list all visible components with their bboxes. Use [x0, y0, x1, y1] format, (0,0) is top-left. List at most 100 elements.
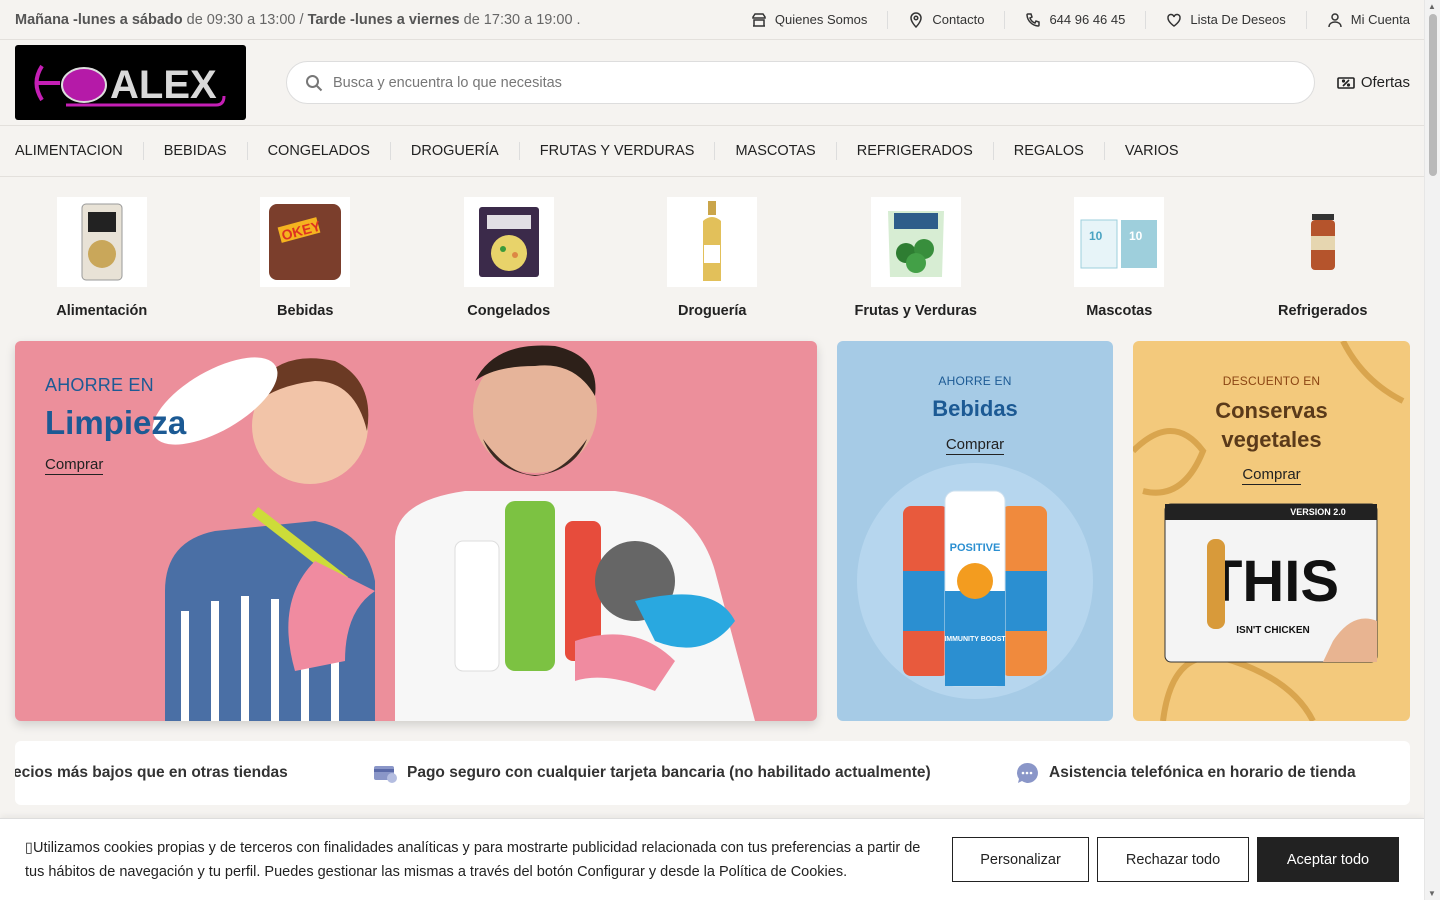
- banner-comprar-link[interactable]: Comprar: [945, 436, 1005, 455]
- location-pin-icon: [910, 11, 923, 28]
- cookie-rechazar-button[interactable]: Rechazar todo: [1097, 837, 1249, 882]
- nav-item-congelados[interactable]: CONGELADOS: [248, 142, 391, 160]
- category-item-mascotas[interactable]: 10 10 Mascotas: [1018, 197, 1222, 340]
- banner-limpieza[interactable]: AHORRE EN Limpieza Comprar: [15, 341, 817, 721]
- logo-text: ALEX: [110, 63, 217, 107]
- category-item-frutas-verduras[interactable]: Frutas y Verduras: [814, 197, 1018, 340]
- logo-graphic: ALEX: [34, 63, 225, 107]
- scroll-up-arrow-icon[interactable]: ▲: [1428, 2, 1436, 11]
- category-label[interactable]: Alimentación: [56, 303, 147, 319]
- category-item-refrigerados[interactable]: Refrigerados: [1221, 197, 1425, 340]
- category-label[interactable]: Congelados: [467, 303, 550, 319]
- banner-title: Bebidas: [932, 396, 1018, 421]
- phone-label: 644 96 46 45: [1049, 12, 1126, 27]
- category-color-swatch: [87, 240, 116, 268]
- banner-conservas-content: DESCUENTO EN Conservas vegetales Comprar: [1133, 374, 1410, 485]
- search-input[interactable]: [333, 74, 1296, 91]
- opening-hours: Mañana -lunes a sábado de 09:30 a 13:00 …: [15, 12, 581, 28]
- category-thumb[interactable]: [667, 197, 758, 287]
- store-icon: [752, 12, 766, 27]
- page-scrollbar[interactable]: ▲ ▼: [1424, 0, 1440, 900]
- banner-limpieza-content: AHORRE EN Limpieza Comprar: [45, 375, 186, 475]
- category-item-alimentacion[interactable]: Alimentación: [0, 197, 204, 340]
- category-label[interactable]: Mascotas: [1086, 303, 1152, 319]
- banner-bebidas[interactable]: POSITIVE IMMUNITY BOOST AHORRE EN Bebida…: [837, 341, 1113, 721]
- scroll-down-arrow-icon[interactable]: ▼: [1428, 889, 1436, 898]
- category-thumb[interactable]: [870, 197, 961, 287]
- nav-item-mascotas[interactable]: MASCOTAS: [715, 142, 837, 160]
- product-image: [478, 207, 539, 277]
- contacto-link[interactable]: Contacto: [888, 10, 1006, 29]
- banner-comprar-link[interactable]: Comprar: [45, 456, 104, 475]
- banner-comprar-link[interactable]: Comprar: [1242, 466, 1301, 485]
- site-logo[interactable]: ALEX: [15, 45, 246, 120]
- header: ALEX Ofertas: [0, 40, 1440, 126]
- credit-card-icon: [374, 766, 397, 783]
- category-label[interactable]: Bebidas: [277, 303, 333, 319]
- feature-prices: ecios más bajos que en otras tiendas: [15, 764, 288, 782]
- banner-title: Limpieza: [45, 404, 187, 441]
- cookie-aceptar-button[interactable]: Aceptar todo: [1257, 837, 1399, 882]
- nav-item-bebidas[interactable]: BEBIDAS: [144, 142, 248, 160]
- search-bar[interactable]: [286, 61, 1315, 104]
- can-claim-text: IMMUNITY BOOST: [944, 636, 1006, 643]
- banner-title-line2: vegetales: [1221, 427, 1322, 452]
- nav-item-frutas-verduras[interactable]: FRUTAS Y VERDURAS: [520, 142, 716, 160]
- search-icon: [306, 74, 323, 91]
- product-image: 10 10: [1080, 219, 1158, 269]
- hours-morning-time: de 09:30 a 13:00 /: [182, 11, 308, 28]
- promo-banners: AHORRE EN Limpieza Comprar POSITIVE IMMU…: [15, 341, 1410, 721]
- category-item-drogueria[interactable]: Droguería: [611, 197, 815, 340]
- ofertas-link[interactable]: Ofertas: [1337, 74, 1410, 91]
- ofertas-label: Ofertas: [1360, 74, 1410, 91]
- phone-icon: [1026, 12, 1041, 27]
- category-thumb[interactable]: OKEY: [260, 197, 351, 287]
- feature-secure-payment-text: Pago seguro con cualquier tarjeta bancar…: [407, 764, 931, 781]
- hours-morning-label: Mañana -lunes a sábado: [15, 11, 183, 28]
- cookie-text: ▯Utilizamos cookies propias y de tercero…: [25, 836, 930, 884]
- feature-phone-support: Asistencia telefónica en horario de tien…: [1015, 761, 1356, 785]
- nav-item-varios[interactable]: VARIOS: [1105, 142, 1199, 160]
- nav-item-alimentacion[interactable]: ALIMENTACION: [15, 142, 144, 160]
- hours-afternoon-time: de 17:30 a 19:00 .: [459, 11, 581, 28]
- category-thumb[interactable]: [1278, 197, 1368, 287]
- banner-kicker: AHORRE EN: [45, 375, 154, 395]
- nav-item-drogueria[interactable]: DROGUERÍA: [391, 142, 520, 160]
- category-label[interactable]: Refrigerados: [1278, 303, 1367, 319]
- cookie-personalizar-button[interactable]: Personalizar: [952, 837, 1089, 882]
- product-image: [81, 203, 123, 281]
- feature-phone-support-text: Asistencia telefónica en horario de tien…: [1049, 764, 1356, 781]
- category-label[interactable]: Frutas y Verduras: [855, 303, 978, 319]
- contacto-label: Contacto: [932, 12, 985, 27]
- category-item-congelados[interactable]: Congelados: [407, 197, 611, 340]
- nav-item-refrigerados[interactable]: REFRIGERADOS: [837, 142, 994, 160]
- product-image: [887, 211, 944, 277]
- features-strip: ecios más bajos que en otras tiendas Pag…: [15, 741, 1410, 805]
- quienes-somos-link[interactable]: Quienes Somos: [731, 10, 889, 29]
- wishlist-link[interactable]: Lista De Deseos: [1146, 10, 1307, 29]
- product-image: [703, 201, 722, 281]
- category-item-bebidas[interactable]: OKEY Bebidas: [204, 197, 408, 340]
- scrollbar-thumb[interactable]: [1429, 14, 1437, 176]
- category-thumb[interactable]: [56, 197, 147, 287]
- category-label[interactable]: Droguería: [678, 303, 747, 319]
- chat-support-icon: [1017, 762, 1038, 783]
- quienes-somos-label: Quienes Somos: [774, 12, 868, 27]
- main-nav: ALIMENTACION BEBIDAS CONGELADOS DROGUERÍ…: [0, 126, 1440, 177]
- nav-item-regalos[interactable]: REGALOS: [994, 142, 1105, 160]
- product-image: [1310, 214, 1335, 270]
- pack-title-text: THIS: [1207, 549, 1339, 614]
- heart-icon: [1167, 13, 1182, 27]
- category-thumb[interactable]: 10 10: [1074, 197, 1165, 287]
- pack-version-text: VERSION 2.0: [1290, 507, 1346, 517]
- product-image: OKEY: [269, 204, 342, 280]
- cookie-message: Utilizamos cookies propias y de terceros…: [25, 839, 921, 880]
- banner-conservas[interactable]: VERSION 2.0 THIS ISN'T CHICKEN DESCUENTO…: [1133, 341, 1410, 721]
- category-carousel: Alimentación OKEY Bebidas Congelados Dro…: [0, 177, 1440, 340]
- banner-bebidas-content: AHORRE EN Bebidas Comprar: [837, 374, 1113, 455]
- svg-text:10: 10: [1089, 229, 1103, 243]
- phone-link[interactable]: 644 96 46 45: [1005, 10, 1147, 29]
- account-link[interactable]: Mi Cuenta: [1307, 11, 1410, 29]
- category-thumb[interactable]: [463, 197, 554, 287]
- category-color-swatch: [269, 204, 342, 280]
